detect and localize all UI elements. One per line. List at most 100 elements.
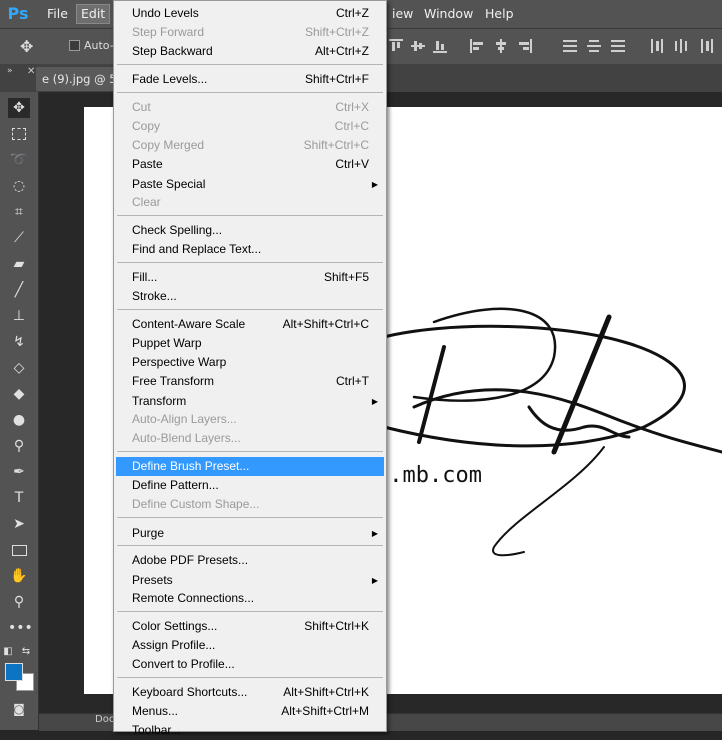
pen-tool-icon[interactable]: ✒: [8, 462, 30, 482]
close-panel-icon[interactable]: ✕: [27, 66, 35, 77]
menu-presets[interactable]: Presets ▶: [114, 571, 386, 590]
status-doc-label: Doc: [95, 714, 115, 725]
menu-color-settings[interactable]: Color Settings... Shift+Ctrl+K: [114, 617, 386, 636]
menu-stroke[interactable]: Stroke...: [114, 287, 386, 306]
menu-copy-merged[interactable]: Copy Merged Shift+Ctrl+C: [114, 136, 386, 155]
rectangle-tool-icon[interactable]: [8, 540, 30, 560]
menu-file[interactable]: File: [43, 5, 72, 23]
align-bottom-icon[interactable]: [433, 39, 447, 53]
brush-tool-icon[interactable]: ╱: [8, 280, 30, 300]
menu-separator: [117, 545, 383, 546]
paint-bucket-tool-icon[interactable]: ◆: [8, 384, 30, 404]
menu-free-transform[interactable]: Free Transform Ctrl+T: [114, 372, 386, 391]
align-top-icon[interactable]: [389, 39, 403, 53]
distribute-hcenter-icon[interactable]: [674, 39, 688, 53]
distribute-vcenter-icon[interactable]: [587, 39, 601, 53]
menu-transform[interactable]: Transform ▶: [114, 392, 386, 411]
menu-separator: [117, 611, 383, 612]
path-selection-tool-icon[interactable]: ➤: [8, 514, 30, 534]
menu-paste-special[interactable]: Paste Special ▶: [114, 175, 386, 194]
submenu-arrow-icon: ▶: [371, 180, 378, 189]
submenu-arrow-icon: ▶: [371, 397, 378, 406]
menu-menus[interactable]: Menus... Alt+Shift+Ctrl+M: [114, 702, 386, 721]
menu-separator: [117, 677, 383, 678]
quick-mask-icon[interactable]: ◙: [8, 699, 30, 719]
menu-separator: [117, 517, 383, 518]
menu-step-backward[interactable]: Step Backward Alt+Ctrl+Z: [114, 42, 386, 61]
menu-find-replace-text[interactable]: Find and Replace Text...: [114, 240, 386, 259]
menu-help[interactable]: Help: [481, 5, 518, 23]
menu-purge[interactable]: Purge ▶: [114, 524, 386, 543]
distribute-top-icon[interactable]: [563, 39, 577, 53]
align-hcenter-icon[interactable]: [494, 39, 508, 53]
distribute-bottom-icon[interactable]: [611, 39, 625, 53]
menu-separator: [117, 92, 383, 93]
move-tool-icon[interactable]: ✥: [8, 98, 30, 118]
menu-undo-levels[interactable]: Undo Levels Ctrl+Z: [114, 4, 386, 23]
swap-colors-icon[interactable]: ⇆: [20, 642, 32, 662]
menu-separator: [117, 451, 383, 452]
quick-selection-tool-icon[interactable]: ◌: [8, 176, 30, 196]
menu-cut[interactable]: Cut Ctrl+X: [114, 98, 386, 117]
menu-remote-connections[interactable]: Remote Connections...: [114, 589, 386, 608]
align-right-icon[interactable]: [518, 39, 532, 53]
foreground-color-swatch[interactable]: [5, 663, 23, 681]
distribute-left-icon[interactable]: [650, 39, 664, 53]
tools-panel: ✥ ➰ ◌ ⌗ ⟋ ▰ ╱ ⊥ ↯ ◇ ◆ ● ⚲ ✒ T ➤ ✋ ⚲ ••• …: [0, 92, 39, 730]
submenu-arrow-icon: ▶: [371, 576, 378, 585]
eraser-tool-icon[interactable]: ◇: [8, 358, 30, 378]
type-tool-icon[interactable]: T: [8, 488, 30, 508]
hand-tool-icon[interactable]: ✋: [8, 566, 30, 586]
collapse-panel-icon[interactable]: »: [7, 66, 13, 76]
edit-toolbar-icon[interactable]: •••: [8, 618, 33, 638]
eyedropper-tool-icon[interactable]: ⟋: [8, 228, 30, 248]
menu-define-pattern[interactable]: Define Pattern...: [114, 476, 386, 495]
default-colors-icon[interactable]: ◧: [2, 642, 14, 662]
menu-define-brush-preset[interactable]: Define Brush Preset...: [116, 457, 384, 476]
menu-convert-to-profile[interactable]: Convert to Profile...: [114, 655, 386, 674]
menu-check-spelling[interactable]: Check Spelling...: [114, 221, 386, 240]
menu-clear[interactable]: Clear: [114, 193, 386, 212]
menu-separator: [117, 64, 383, 65]
signature-watermark-text: s.mb.com: [376, 463, 482, 488]
edit-menu-dropdown: Undo Levels Ctrl+Z Step Forward Shift+Ctrl…: [113, 0, 387, 737]
zoom-tool-icon[interactable]: ⚲: [8, 592, 30, 612]
history-brush-tool-icon[interactable]: ↯: [8, 332, 30, 352]
photoshop-logo: Ps: [7, 4, 29, 23]
menu-separator: [117, 309, 383, 310]
menu-adobe-pdf-presets[interactable]: Adobe PDF Presets...: [114, 551, 386, 570]
lasso-tool-icon[interactable]: ➰: [8, 150, 30, 170]
healing-brush-tool-icon[interactable]: ▰: [8, 254, 30, 274]
distribute-right-icon[interactable]: [700, 39, 714, 53]
document-tab[interactable]: e (9).jpg @ 50: [36, 67, 118, 91]
menu-step-forward[interactable]: Step Forward Shift+Ctrl+Z: [114, 23, 386, 42]
menu-auto-align-layers[interactable]: Auto-Align Layers...: [114, 410, 386, 429]
menu-assign-profile[interactable]: Assign Profile...: [114, 636, 386, 655]
align-left-icon[interactable]: [470, 39, 484, 53]
menu-fill[interactable]: Fill... Shift+F5: [114, 268, 386, 287]
menu-window[interactable]: Window: [420, 5, 477, 23]
menu-auto-blend-layers[interactable]: Auto-Blend Layers...: [114, 429, 386, 448]
submenu-arrow-icon: ▶: [371, 529, 378, 538]
align-vcenter-icon[interactable]: [411, 39, 425, 53]
blur-tool-icon[interactable]: ●: [8, 410, 30, 430]
menu-puppet-warp[interactable]: Puppet Warp: [114, 334, 386, 353]
marquee-tool-icon[interactable]: [8, 124, 30, 144]
menu-perspective-warp[interactable]: Perspective Warp: [114, 353, 386, 372]
dodge-tool-icon[interactable]: ⚲: [8, 436, 30, 456]
crop-tool-icon[interactable]: ⌗: [8, 202, 30, 222]
menu-toolbar[interactable]: Toolbar...: [114, 721, 386, 740]
clone-stamp-tool-icon[interactable]: ⊥: [8, 306, 30, 326]
menu-edit[interactable]: Edit: [76, 4, 111, 24]
auto-select-checkbox[interactable]: [69, 40, 80, 51]
menu-paste[interactable]: Paste Ctrl+V: [114, 155, 386, 174]
menu-copy[interactable]: Copy Ctrl+C: [114, 117, 386, 136]
menu-content-aware-scale[interactable]: Content-Aware Scale Alt+Shift+Ctrl+C: [114, 315, 386, 334]
menu-fade-levels[interactable]: Fade Levels... Shift+Ctrl+F: [114, 70, 386, 89]
menu-view[interactable]: iew: [388, 5, 417, 23]
menu-define-custom-shape[interactable]: Define Custom Shape...: [114, 495, 386, 514]
menu-separator: [117, 215, 383, 216]
menu-keyboard-shortcuts[interactable]: Keyboard Shortcuts... Alt+Shift+Ctrl+K: [114, 683, 386, 702]
move-icon[interactable]: ✥: [20, 38, 40, 56]
menu-separator: [117, 262, 383, 263]
